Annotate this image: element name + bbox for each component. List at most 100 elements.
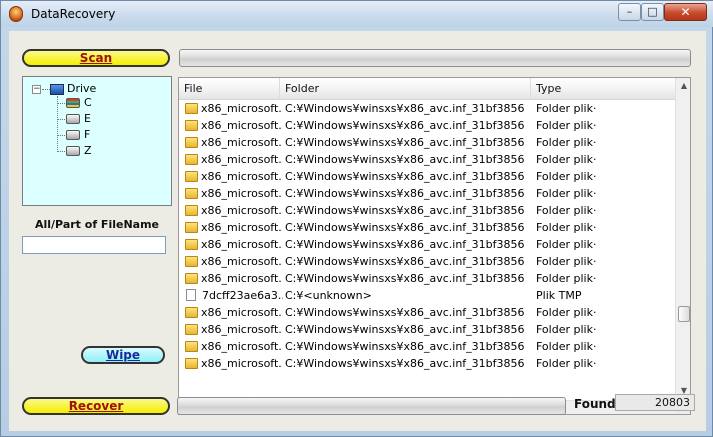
app-window: DataRecovery – □ ✕ Scan − Drive C E F Z … — [0, 0, 713, 437]
type-cell: Folder plik· — [536, 221, 597, 234]
type-cell: Folder plik· — [536, 102, 597, 115]
scroll-up-icon[interactable]: ▲ — [679, 81, 689, 90]
table-row[interactable]: x86_microsoft... C:¥Windows¥winsxs¥x86_av… — [179, 338, 675, 355]
type-cell: Plik TMP — [536, 289, 582, 302]
folder-cell: C:¥Windows¥winsxs¥x86_avc.inf_31bf3856ad… — [285, 153, 525, 166]
table-row[interactable]: x86_microsoft... C:¥Windows¥winsxs¥x86_av… — [179, 321, 675, 338]
column-header-type[interactable]: Type — [531, 78, 675, 100]
minimize-button[interactable]: – — [618, 3, 641, 21]
table-row[interactable]: x86_microsoft... C:¥Windows¥winsxs¥x86_av… — [179, 202, 675, 219]
type-cell: Folder plik· — [536, 323, 597, 336]
folder-icon — [185, 222, 198, 233]
recover-button[interactable]: Recover — [22, 397, 170, 415]
table-row[interactable]: x86_microsoft... C:¥Windows¥winsxs¥x86_av… — [179, 185, 675, 202]
type-cell: Folder plik· — [536, 204, 597, 217]
file-name: x86_microsoft... — [201, 306, 283, 319]
folder-cell: C:¥Windows¥winsxs¥x86_avc.inf_31bf3856ad… — [285, 306, 525, 319]
tree-connector — [42, 89, 50, 90]
folder-icon — [185, 273, 198, 284]
table-row[interactable]: x86_microsoft... C:¥Windows¥winsxs¥x86_av… — [179, 304, 675, 321]
table-row[interactable]: x86_microsoft... C:¥Windows¥winsxs¥x86_av… — [179, 253, 675, 270]
list-header: File Folder Type — [179, 78, 675, 100]
file-cell: x86_microsoft... — [185, 219, 283, 236]
client-area: Scan − Drive C E F Z All/Part of FileNam… — [9, 31, 706, 431]
folder-cell: C:¥<unknown> — [285, 289, 372, 302]
file-icon — [186, 289, 196, 301]
table-row[interactable]: x86_microsoft... C:¥Windows¥winsxs¥x86_av… — [179, 100, 675, 117]
column-header-folder[interactable]: Folder — [280, 78, 531, 100]
scan-button[interactable]: Scan — [22, 49, 170, 67]
system-drive-icon — [66, 98, 80, 108]
filename-filter-input[interactable] — [22, 236, 166, 254]
table-row[interactable]: x86_microsoft... C:¥Windows¥winsxs¥x86_av… — [179, 117, 675, 134]
app-icon — [9, 6, 23, 22]
folder-cell: C:¥Windows¥winsxs¥x86_avc.inf_31bf3856ad… — [285, 119, 525, 132]
drive-icon — [66, 114, 80, 124]
vertical-scrollbar[interactable]: ▲ ▼ — [675, 78, 690, 400]
folder-icon — [185, 205, 198, 216]
table-row[interactable]: x86_microsoft... C:¥Windows¥winsxs¥x86_av… — [179, 236, 675, 253]
maximize-icon: □ — [647, 5, 658, 18]
close-icon: ✕ — [680, 5, 691, 19]
folder-icon — [185, 341, 198, 352]
vertical-scroll-thumb[interactable] — [678, 306, 690, 322]
file-list[interactable]: File Folder Type x86_microsoft... C:¥Wind… — [178, 77, 691, 415]
title-bar[interactable]: DataRecovery – □ ✕ — [1, 1, 713, 27]
folder-cell: C:¥Windows¥winsxs¥x86_avc.inf_31bf3856ad… — [285, 238, 525, 251]
file-cell: x86_microsoft... — [185, 100, 283, 117]
folder-cell: C:¥Windows¥winsxs¥x86_avc.inf_31bf3856ad… — [285, 102, 525, 115]
tree-drive-f[interactable]: F — [66, 128, 90, 142]
tree-root-label: Drive — [67, 82, 97, 95]
column-header-file[interactable]: File — [179, 78, 280, 100]
table-row[interactable]: x86_microsoft... C:¥Windows¥winsxs¥x86_av… — [179, 134, 675, 151]
folder-cell: C:¥Windows¥winsxs¥x86_avc.inf_31bf3856ad… — [285, 187, 525, 200]
filename-filter-label: All/Part of FileName — [34, 218, 159, 231]
tree-drive-z[interactable]: Z — [66, 144, 92, 158]
minimize-icon: – — [626, 5, 633, 18]
table-row[interactable]: x86_microsoft... C:¥Windows¥winsxs¥x86_av… — [179, 168, 675, 185]
folder-icon — [185, 137, 198, 148]
close-button[interactable]: ✕ — [664, 3, 707, 21]
drive-tree[interactable]: − Drive C E F Z — [22, 76, 172, 206]
recover-progress-bar — [177, 397, 566, 415]
file-name: x86_microsoft... — [201, 187, 283, 200]
collapse-icon[interactable]: − — [32, 85, 41, 94]
file-cell: x86_microsoft... — [185, 338, 283, 355]
file-cell: x86_microsoft... — [185, 253, 283, 270]
maximize-button[interactable]: □ — [641, 3, 664, 21]
folder-icon — [185, 239, 198, 250]
folder-cell: C:¥Windows¥winsxs¥x86_avc.inf_31bf3856ad… — [285, 136, 525, 149]
tree-drive-e[interactable]: E — [66, 112, 91, 126]
folder-cell: C:¥Windows¥winsxs¥x86_avc.inf_31bf3856ad… — [285, 204, 525, 217]
type-cell: Folder plik· — [536, 272, 597, 285]
file-name: x86_microsoft... — [201, 340, 283, 353]
folder-cell: C:¥Windows¥winsxs¥x86_avc.inf_31bf3856ad… — [285, 170, 525, 183]
table-row[interactable]: x86_microsoft... C:¥Windows¥winsxs¥x86_av… — [179, 151, 675, 168]
table-row[interactable]: x86_microsoft... C:¥Windows¥winsxs¥x86_av… — [179, 219, 675, 236]
file-name: x86_microsoft... — [201, 204, 283, 217]
file-cell: x86_microsoft... — [185, 355, 283, 372]
file-name: x86_microsoft... — [201, 255, 283, 268]
table-row[interactable]: 7dcff23ae6a3... C:¥<unknown> Plik TMP — [179, 287, 675, 304]
file-name: x86_microsoft... — [201, 357, 283, 370]
file-name: x86_microsoft... — [201, 238, 283, 251]
list-rows: x86_microsoft... C:¥Windows¥winsxs¥x86_av… — [179, 100, 675, 400]
file-cell: x86_microsoft... — [185, 134, 283, 151]
wipe-button[interactable]: Wipe — [81, 346, 165, 364]
folder-icon — [185, 358, 198, 369]
tree-root-drive[interactable]: Drive — [50, 82, 96, 96]
type-cell: Folder plik· — [536, 357, 597, 370]
drive-label: C — [84, 96, 92, 109]
folder-icon — [185, 120, 198, 131]
tree-connector — [57, 96, 58, 152]
tree-connector — [57, 135, 65, 136]
file-name: x86_microsoft... — [201, 119, 283, 132]
table-row[interactable]: x86_microsoft... C:¥Windows¥winsxs¥x86_av… — [179, 270, 675, 287]
found-label: Found — [574, 397, 616, 411]
tree-connector — [57, 103, 65, 104]
tree-drive-c[interactable]: C — [66, 96, 92, 110]
file-cell: x86_microsoft... — [185, 321, 283, 338]
drive-icon — [66, 130, 80, 140]
table-row[interactable]: x86_microsoft... C:¥Windows¥winsxs¥x86_av… — [179, 355, 675, 372]
drive-label: F — [84, 128, 91, 141]
